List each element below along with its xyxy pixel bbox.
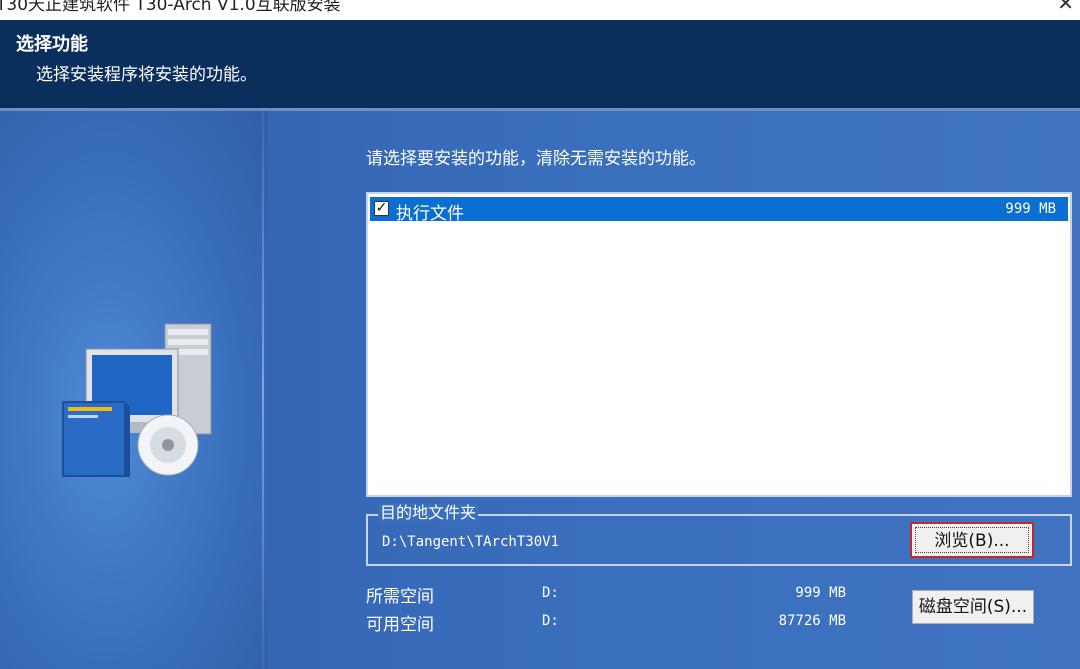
panel-divider (262, 111, 264, 669)
available-space-label: 可用空间 (366, 615, 434, 635)
close-icon[interactable]: ✕ (1057, 0, 1074, 13)
destination-legend: 目的地文件夹 (378, 503, 479, 522)
page-title: 选择功能 (16, 34, 88, 55)
required-space-label: 所需空间 (366, 587, 434, 607)
instruction-text: 请选择要安装的功能，清除无需安装的功能。 (366, 149, 706, 169)
required-space-value: 999 MB (795, 585, 846, 601)
page-header: 选择功能 选择安装程序将安装的功能。 (0, 20, 1080, 108)
list-item[interactable]: ✓ 执行文件 999 MB (370, 197, 1068, 224)
feature-label: 执行文件 (396, 204, 464, 224)
required-space-drive: D: (542, 585, 559, 601)
side-illustration-panel (0, 111, 268, 669)
feature-size: 999 MB (1005, 201, 1056, 217)
check-icon[interactable]: ✓ (374, 201, 389, 216)
page-subtitle: 选择安装程序将安装的功能。 (36, 65, 257, 85)
disk-space-button[interactable]: 磁盘空间(S)... (912, 590, 1034, 624)
window-title: T30天正建筑软件 T30-Arch V1.0互联版安装 (0, 0, 341, 15)
title-bar: T30天正建筑软件 T30-Arch V1.0互联版安装 ✕ (0, 0, 1080, 20)
available-space-drive: D: (542, 613, 559, 629)
computer-install-icon (62, 323, 212, 477)
browse-button-label: 浏览(B)... (915, 527, 1029, 553)
browse-button[interactable]: 浏览(B)... (910, 522, 1034, 558)
feature-list[interactable]: ✓ 执行文件 999 MB (366, 192, 1072, 497)
destination-path: D:\Tangent\TArchT30V1 (382, 534, 560, 550)
available-space-value: 87726 MB (778, 613, 846, 629)
